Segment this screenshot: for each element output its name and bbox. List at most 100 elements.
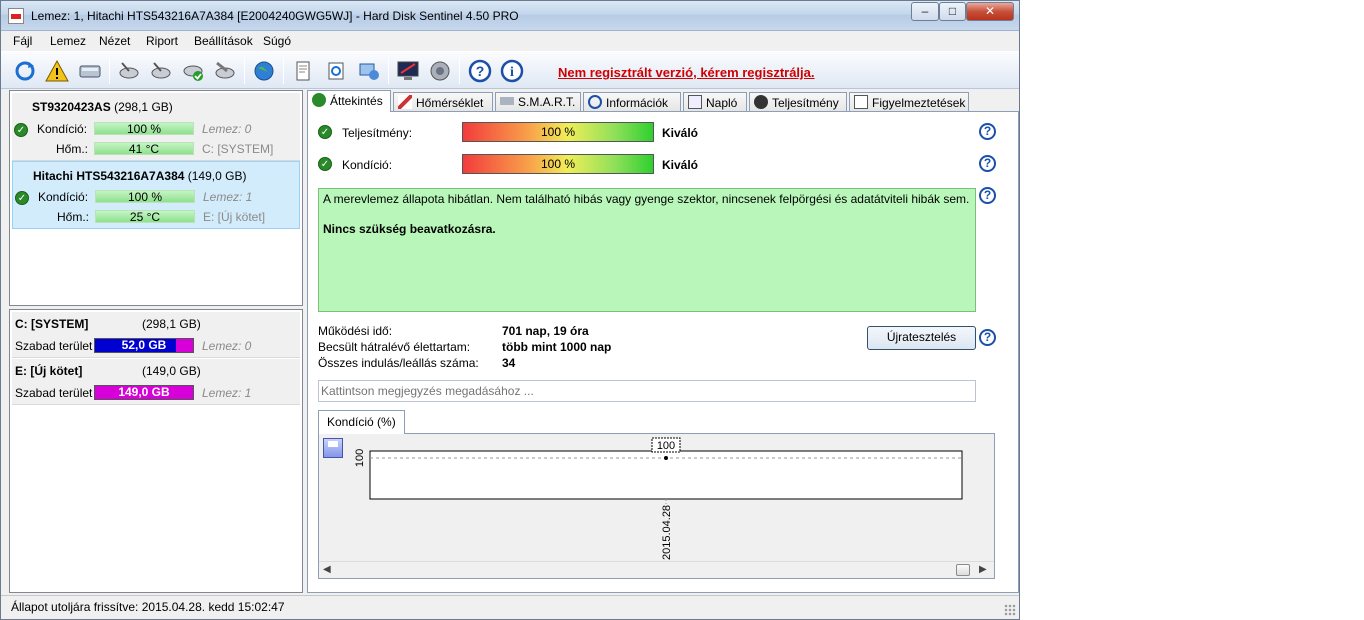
tab-log[interactable]: Napló	[683, 92, 747, 112]
ok-check-icon	[312, 93, 326, 107]
help-icon[interactable]: ?	[979, 329, 996, 346]
disk-index-note: Lemez: 1	[203, 190, 253, 204]
info-icon	[588, 95, 602, 109]
speaker-icon[interactable]	[426, 57, 454, 85]
volume-note: C: [SYSTEM]	[202, 142, 274, 156]
help-icon[interactable]: ?	[979, 187, 996, 204]
temperature-value: 41 °C	[94, 142, 194, 155]
toolbar: ? i Nem regisztrált verzió, kérem regisz…	[1, 51, 1019, 89]
condition-chart: 100 100 2015.04.28	[354, 437, 963, 560]
condition-chart-frame: 100 100 2015.04.28 ◀ ▶	[318, 433, 995, 579]
condition-rating: Kiváló	[662, 158, 699, 172]
close-button[interactable]: ✕	[966, 2, 1014, 21]
tab-overview[interactable]: Áttekintés	[307, 90, 391, 112]
menu-disk[interactable]: Lemez	[50, 34, 86, 48]
toolbar-separator	[283, 58, 284, 84]
monitor-icon[interactable]	[394, 57, 422, 85]
help-icon[interactable]: ?	[979, 155, 996, 172]
condition-label: Kondíció:	[342, 158, 393, 172]
tab-information[interactable]: Információk	[583, 92, 681, 112]
status-bar: Állapot utoljára frissítve: 2015.04.28. …	[1, 595, 1019, 619]
volume-size: (149,0 GB)	[142, 364, 201, 378]
start-stop-label: Összes indulás/leállás száma:	[318, 356, 479, 370]
report-icon[interactable]	[289, 57, 317, 85]
tab-performance[interactable]: Teljesítmény	[749, 92, 847, 112]
chart-scrollbar[interactable]: ◀ ▶	[319, 561, 994, 578]
toolbar-separator	[109, 58, 110, 84]
tab-temperature[interactable]: Hőmérséklet	[393, 92, 493, 112]
refresh-icon[interactable]	[11, 57, 39, 85]
condition-label: Kondíció:	[37, 122, 88, 136]
minimize-button[interactable]: –	[911, 2, 939, 21]
disk-card-1[interactable]: Hitachi HTS543216A7A384 (149,0 GB) ✓ Kon…	[12, 161, 300, 229]
start-stop-value: 34	[502, 356, 516, 370]
free-space-value: 52,0 GB	[121, 338, 167, 352]
condition-value: 100 %	[95, 190, 195, 203]
app-window: Lemez: 1, Hitachi HTS543216A7A384 [E2004…	[0, 0, 1020, 620]
volume-name: C: [SYSTEM]	[15, 317, 89, 331]
disk-card-0[interactable]: ST9320423AS (298,1 GB) ✓ Kondíció: 100 %…	[12, 93, 300, 161]
volume-card-0[interactable]: C: [SYSTEM] (298,1 GB) Szabad terület 52…	[12, 312, 300, 358]
temperature-label: Hőm.:	[57, 210, 90, 224]
condition-label: Kondíció:	[38, 190, 89, 204]
sync-icon[interactable]	[322, 57, 350, 85]
left-panel: ST9320423AS (298,1 GB) ✓ Kondíció: 100 %…	[9, 90, 303, 593]
free-space-label: Szabad terület	[15, 386, 93, 400]
toolbar-separator	[459, 58, 460, 84]
disk-tool-icon[interactable]	[211, 57, 239, 85]
scroll-thumb[interactable]	[956, 564, 970, 576]
performance-bar: 100 %	[462, 122, 654, 142]
maximize-button[interactable]: □	[939, 2, 966, 21]
ok-check-icon: ✓	[14, 123, 28, 137]
alerts-icon	[854, 95, 868, 109]
ok-check-icon: ✓	[15, 191, 29, 205]
tab-alerts[interactable]: Figyelmeztetések	[849, 92, 969, 112]
help-icon[interactable]: ?	[979, 123, 996, 140]
scroll-left-arrow-icon[interactable]: ◀	[323, 564, 331, 575]
summary-text: A merevlemez állapota hibátlan. Nem talá…	[323, 192, 970, 206]
note-input[interactable]	[318, 380, 976, 402]
disk-icon	[500, 97, 514, 105]
chart-data-point	[664, 456, 668, 460]
tab-smart[interactable]: S.M.A.R.T.	[495, 92, 581, 112]
toolbar-separator	[244, 58, 245, 84]
performance-rating: Kiváló	[662, 126, 699, 140]
status-text: Állapot utoljára frissítve: 2015.04.28. …	[11, 600, 285, 614]
menu-report[interactable]: Riport	[146, 34, 178, 48]
menu-help[interactable]: Súgó	[263, 34, 291, 48]
disk-ok-icon[interactable]	[179, 57, 207, 85]
temperature-value: 25 °C	[95, 210, 195, 223]
svg-text:?: ?	[476, 63, 485, 79]
warning-icon[interactable]	[43, 57, 71, 85]
app-logo-icon	[8, 8, 24, 24]
menu-settings[interactable]: Beállítások	[194, 34, 253, 48]
globe-icon[interactable]	[250, 57, 278, 85]
remaining-lifetime-label: Becsült hátralévő élettartam:	[318, 340, 471, 354]
disk-test-icon[interactable]	[147, 57, 175, 85]
uptime-label: Működési idő:	[318, 324, 393, 338]
volume-card-1[interactable]: E: [Új kötet] (149,0 GB) Szabad terület …	[12, 359, 300, 405]
retest-button[interactable]: Újratesztelés	[867, 326, 976, 350]
summary-recommendation: Nincs szükség beavatkozásra.	[323, 222, 496, 236]
condition-bar: 100 %	[462, 154, 654, 174]
title-bar[interactable]: Lemez: 1, Hitachi HTS543216A7A384 [E2004…	[1, 1, 1019, 31]
volume-size: (298,1 GB)	[142, 317, 201, 331]
disk-icon[interactable]	[76, 57, 104, 85]
disk-index-note: Lemez: 0	[202, 339, 252, 353]
send-icon[interactable]	[355, 57, 383, 85]
register-link[interactable]: Nem regisztrált verzió, kérem regisztrál…	[558, 65, 815, 80]
menu-file[interactable]: Fájl	[13, 34, 32, 48]
info-icon[interactable]: i	[498, 57, 526, 85]
condition-value: 100 %	[94, 122, 194, 135]
help-icon[interactable]: ?	[466, 57, 494, 85]
free-space-value: 149,0 GB	[118, 385, 170, 399]
log-icon	[688, 95, 702, 109]
resize-grip-icon[interactable]	[1004, 604, 1016, 616]
scroll-right-arrow-icon[interactable]: ▶	[979, 564, 987, 575]
disk-test-icon[interactable]	[115, 57, 143, 85]
gauge-icon	[754, 95, 768, 109]
chart-tab-condition[interactable]: Kondíció (%)	[318, 410, 405, 434]
free-space-bar: 149,0 GB	[94, 385, 194, 400]
volume-list: C: [SYSTEM] (298,1 GB) Szabad terület 52…	[9, 309, 303, 593]
menu-view[interactable]: Nézet	[99, 34, 130, 48]
